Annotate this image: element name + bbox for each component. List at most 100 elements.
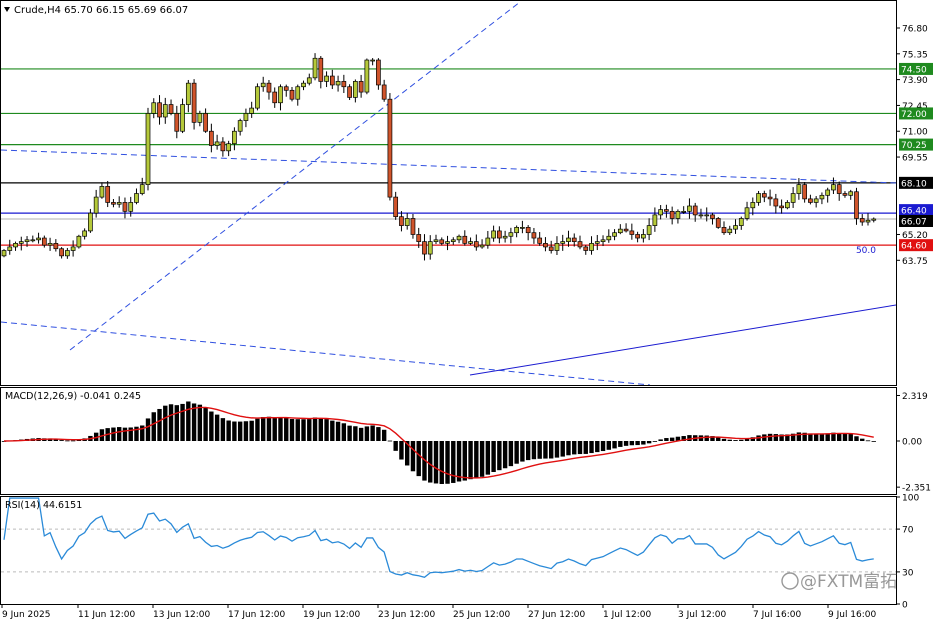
macd-histogram-bar bbox=[871, 441, 876, 442]
macd-histogram-bar bbox=[456, 441, 462, 482]
rsi-axis-tick: 30 bbox=[902, 568, 914, 578]
price-axis-tick: 75.35 bbox=[902, 50, 928, 60]
price-candle bbox=[376, 58, 381, 90]
macd-histogram-bar bbox=[65, 440, 70, 442]
svg-text:70.25: 70.25 bbox=[901, 141, 927, 151]
macd-histogram-bar bbox=[600, 441, 606, 452]
macd-histogram-bar bbox=[860, 438, 865, 441]
macd-histogram-bar bbox=[543, 441, 548, 459]
macd-histogram-bar bbox=[865, 440, 871, 442]
time-axis-tick: 17 Jun 12:00 bbox=[228, 610, 285, 620]
price-tag: 64.60 bbox=[899, 239, 933, 252]
macd-histogram-bar bbox=[249, 420, 254, 441]
macd-histogram-bar bbox=[854, 436, 859, 441]
time-axis-tick: 27 Jun 12:00 bbox=[528, 610, 585, 620]
macd-histogram-bar bbox=[531, 441, 537, 460]
macd-histogram-bar bbox=[669, 437, 675, 441]
time-axis-tick: 3 Jul 12:00 bbox=[678, 610, 727, 620]
price-candle bbox=[387, 93, 393, 201]
macd-histogram-bar bbox=[278, 417, 283, 441]
price-candle bbox=[715, 217, 721, 229]
macd-histogram-bar bbox=[226, 420, 231, 441]
macd-histogram-bar bbox=[485, 441, 491, 475]
macd-histogram-bar bbox=[122, 427, 128, 441]
macd-histogram-bar bbox=[255, 418, 260, 441]
macd-histogram-bar bbox=[629, 441, 635, 446]
time-axis-tick: 13 Jun 12:00 bbox=[153, 610, 210, 620]
macd-histogram-bar bbox=[266, 416, 272, 441]
macd-histogram-bar bbox=[520, 441, 525, 462]
macd-histogram-bar bbox=[606, 441, 611, 450]
macd-histogram-bar bbox=[209, 411, 214, 441]
rsi-panel bbox=[0, 496, 897, 605]
macd-histogram-bar bbox=[583, 441, 588, 454]
macd-histogram-bar bbox=[376, 427, 381, 441]
macd-histogram-bar bbox=[525, 441, 531, 461]
price-candle bbox=[364, 58, 370, 95]
macd-histogram-bar bbox=[514, 441, 519, 464]
macd-histogram-bar bbox=[641, 441, 646, 445]
macd-histogram-bar bbox=[145, 418, 151, 441]
svg-text:74.50: 74.50 bbox=[901, 65, 927, 75]
rsi-label: RSI(14) 44.6151 bbox=[5, 500, 82, 511]
macd-histogram-bar bbox=[479, 441, 485, 477]
macd-histogram-bar bbox=[549, 441, 554, 459]
time-axis-tick: 9 Jul 16:00 bbox=[828, 610, 877, 620]
macd-histogram-bar bbox=[312, 417, 318, 441]
rsi-axis-tick: 100 bbox=[902, 494, 919, 504]
macd-histogram-bar bbox=[301, 419, 306, 441]
macd-histogram-bar bbox=[508, 441, 514, 467]
macd-histogram-bar bbox=[462, 441, 467, 481]
price-candle bbox=[191, 79, 197, 130]
time-axis-tick: 25 Jun 12:00 bbox=[453, 610, 510, 620]
macd-histogram-bar bbox=[307, 419, 312, 441]
price-chart[interactable]: 76.8075.3573.9072.4571.0069.5565.2063.75… bbox=[0, 0, 936, 624]
macd-histogram-bar bbox=[341, 423, 347, 441]
price-axis-tick: 73.90 bbox=[902, 76, 928, 86]
macd-histogram-bar bbox=[618, 441, 623, 447]
macd-histogram-bar bbox=[151, 412, 156, 441]
macd-histogram-bar bbox=[157, 408, 162, 441]
macd-histogram-bar bbox=[186, 401, 191, 441]
macd-histogram-bar bbox=[261, 416, 266, 441]
macd-histogram-bar bbox=[289, 419, 295, 441]
macd-histogram-bar bbox=[767, 433, 773, 441]
time-axis-tick: 11 Jun 12:00 bbox=[78, 610, 135, 620]
price-axis-tick: 69.55 bbox=[902, 154, 928, 164]
macd-histogram-bar bbox=[324, 419, 329, 441]
macd-histogram-bar bbox=[716, 437, 721, 441]
macd-histogram-bar bbox=[243, 421, 249, 441]
macd-histogram-bar bbox=[358, 427, 364, 441]
macd-histogram-bar bbox=[842, 433, 848, 441]
macd-histogram-bar bbox=[180, 403, 185, 441]
macd-axis-tick: 2.319 bbox=[902, 392, 928, 402]
macd-histogram-bar bbox=[399, 441, 404, 460]
macd-histogram-bar bbox=[232, 421, 237, 441]
macd-histogram-bar bbox=[387, 440, 393, 442]
macd-histogram-bar bbox=[445, 441, 450, 484]
svg-text:72.00: 72.00 bbox=[901, 110, 927, 120]
macd-histogram-bar bbox=[566, 441, 571, 456]
macd-histogram-bar bbox=[353, 426, 358, 441]
macd-histogram-bar bbox=[433, 441, 439, 484]
macd-histogram-bar bbox=[819, 433, 825, 441]
macd-histogram-bar bbox=[381, 429, 387, 441]
price-tag: 70.25 bbox=[899, 138, 933, 151]
macd-histogram-bar bbox=[428, 441, 433, 483]
svg-text:66.07: 66.07 bbox=[901, 217, 927, 227]
price-candle bbox=[1, 249, 7, 258]
fib-level-label: 50.0 bbox=[856, 246, 876, 256]
macd-histogram-bar bbox=[848, 433, 853, 441]
price-tag: 74.50 bbox=[899, 62, 933, 75]
macd-histogram-bar bbox=[646, 441, 652, 444]
price-candle bbox=[347, 84, 352, 101]
macd-histogram-bar bbox=[572, 441, 577, 455]
main-panel bbox=[0, 0, 897, 386]
macd-label: MACD(12,26,9) -0.041 0.245 bbox=[5, 391, 141, 402]
fxtm-watermark: @FXTM富拓 bbox=[781, 572, 897, 592]
macd-histogram-bar bbox=[474, 441, 479, 479]
macd-histogram-bar bbox=[635, 441, 640, 446]
svg-text:64.60: 64.60 bbox=[901, 242, 927, 252]
time-axis-tick: 7 Jul 16:00 bbox=[753, 610, 802, 620]
macd-histogram-bar bbox=[704, 435, 709, 441]
